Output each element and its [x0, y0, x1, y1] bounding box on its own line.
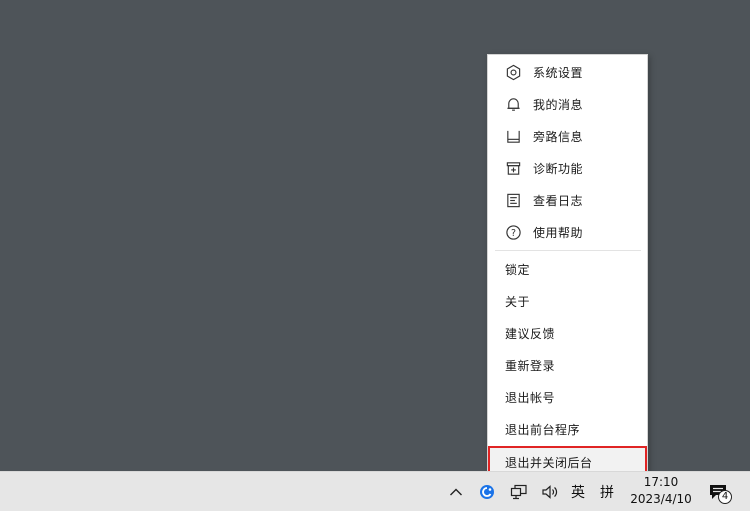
tray-app-button[interactable]: [476, 472, 498, 511]
menu-item-label: 诊断功能: [533, 161, 584, 176]
speaker-icon: [541, 484, 559, 500]
notification-count-badge: 4: [718, 490, 732, 504]
menu-item-relogin[interactable]: 重新登录: [488, 349, 647, 381]
bell-icon: [504, 95, 522, 113]
menu-item-label: 关于: [505, 294, 531, 309]
ime-mode-label: 拼: [600, 485, 614, 501]
menu-separator: [495, 250, 641, 251]
log-icon: [504, 191, 522, 209]
menu-item-diagnose[interactable]: 诊断功能: [488, 152, 647, 184]
menu-item-exit-foreground[interactable]: 退出前台程序: [488, 413, 647, 445]
menu-item-label: 重新登录: [505, 358, 556, 373]
menu-item-about[interactable]: 关于: [488, 285, 647, 317]
ime-language-label: 英: [571, 485, 585, 501]
clock-date: 2023/4/10: [630, 492, 692, 506]
volume-button[interactable]: [538, 472, 562, 511]
diagnose-icon: [504, 159, 522, 177]
gear-icon: [504, 63, 522, 81]
menu-item-help[interactable]: ? 使用帮助: [488, 216, 647, 248]
menu-item-lock[interactable]: 锁定: [488, 253, 647, 285]
help-icon: ?: [504, 223, 522, 241]
bypass-icon: [504, 127, 522, 145]
taskbar: 英 拼 17:10 2023/4/10: [0, 471, 750, 511]
menu-item-label: 锁定: [505, 262, 531, 277]
ime-language-button[interactable]: 英: [567, 472, 589, 511]
show-hidden-icons-button[interactable]: [445, 472, 467, 511]
menu-item-my-messages[interactable]: 我的消息: [488, 88, 647, 120]
network-icon: [510, 484, 528, 500]
menu-item-label: 退出帐号: [505, 390, 556, 405]
menu-item-label: 查看日志: [533, 193, 584, 208]
menu-item-label: 建议反馈: [505, 326, 556, 341]
menu-item-label: 退出前台程序: [505, 422, 581, 437]
menu-item-system-settings[interactable]: 系统设置: [488, 56, 647, 88]
clock[interactable]: 17:10 2023/4/10: [625, 474, 697, 510]
menu-item-label: 我的消息: [533, 97, 584, 112]
clock-time: 17:10: [643, 475, 679, 489]
tray-context-menu: 系统设置 我的消息 旁路信息 诊断功能 查看日志 ? 使用帮助 锁定 关于 建议…: [487, 54, 648, 478]
menu-item-label: 使用帮助: [533, 225, 584, 240]
menu-item-feedback[interactable]: 建议反馈: [488, 317, 647, 349]
menu-item-label: 系统设置: [533, 65, 584, 80]
svg-text:?: ?: [510, 228, 515, 239]
menu-item-label: 旁路信息: [533, 129, 584, 144]
menu-item-logout-account[interactable]: 退出帐号: [488, 381, 647, 413]
ime-mode-button[interactable]: 拼: [596, 472, 618, 511]
app-tray-icon: [479, 484, 495, 500]
menu-item-bypass-info[interactable]: 旁路信息: [488, 120, 647, 152]
menu-item-label: 退出并关闭后台: [505, 455, 593, 470]
network-button[interactable]: [508, 472, 530, 511]
menu-item-view-log[interactable]: 查看日志: [488, 184, 647, 216]
chevron-up-icon: [449, 487, 463, 497]
